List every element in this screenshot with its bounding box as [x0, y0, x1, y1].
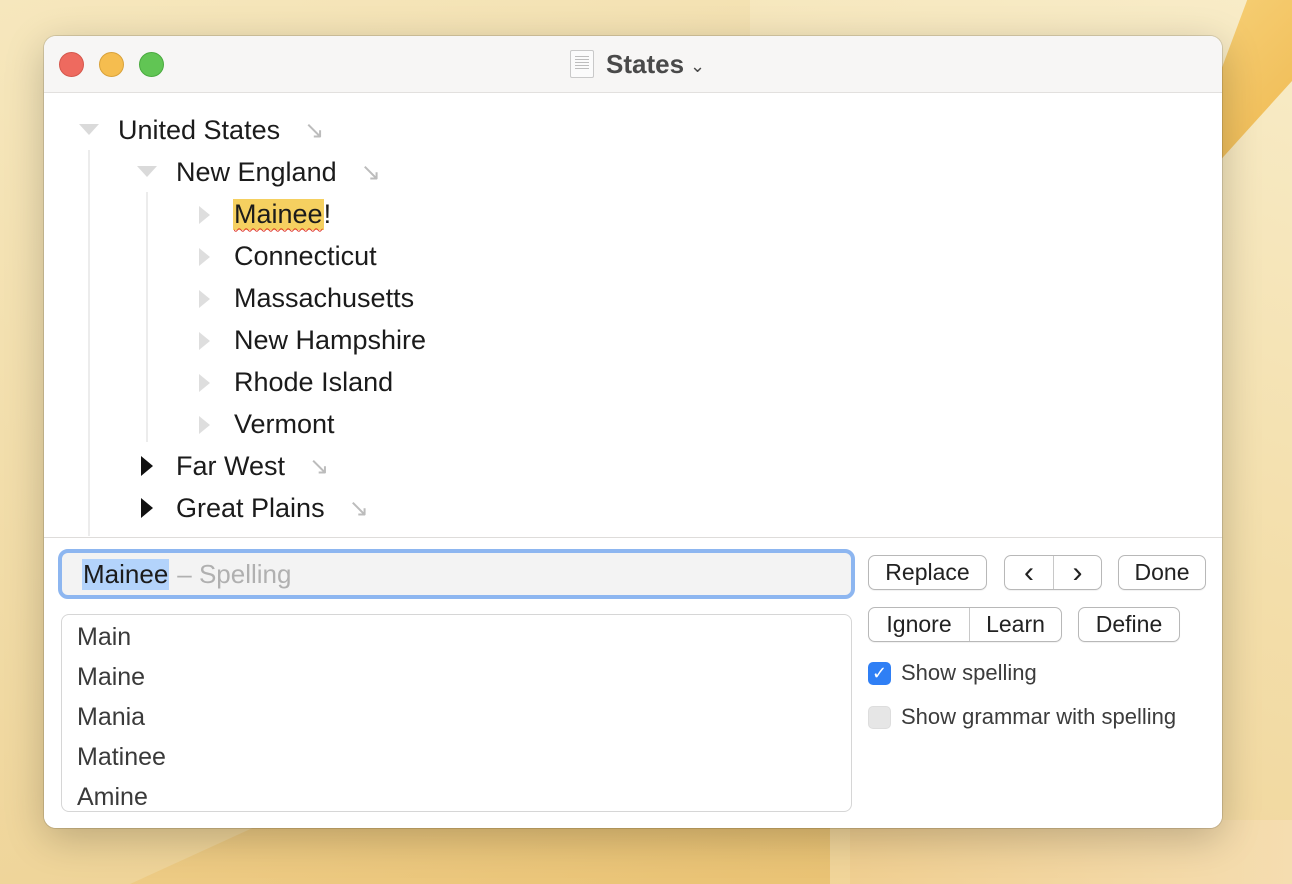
title-bar: States ⌄: [44, 36, 1222, 93]
outline-row-vermont[interactable]: Vermont: [234, 404, 335, 444]
next-icon[interactable]: ›: [1052, 556, 1101, 589]
learn-button[interactable]: Learn: [969, 608, 1061, 641]
define-button[interactable]: Define: [1078, 607, 1180, 642]
navigation-segmented-control: ‹ ›: [1004, 555, 1102, 590]
chevron-down-icon[interactable]: ⌄: [690, 56, 705, 77]
outline-row-united-states[interactable]: United States ↘: [118, 110, 324, 150]
row-label: Connecticut: [234, 240, 377, 271]
row-label: Vermont: [234, 408, 335, 439]
close-button[interactable]: [59, 52, 84, 77]
disclosure-collapsed-icon[interactable]: [199, 290, 210, 308]
ignore-button[interactable]: Ignore: [869, 608, 969, 641]
show-spelling-label: Show spelling: [901, 660, 1037, 685]
outline-row-far-west[interactable]: Far West ↘: [176, 446, 329, 486]
row-label: New Hampshire: [234, 324, 427, 355]
misspelled-word: Mainee: [233, 198, 324, 230]
south-east-arrow-icon[interactable]: ↘: [349, 494, 369, 523]
outline-row-new-england[interactable]: New England ↘: [176, 152, 381, 192]
states-window: States ⌄ United States ↘ New England ↘ M…: [44, 36, 1222, 828]
done-button[interactable]: Done: [1118, 555, 1206, 590]
suggestions-list[interactable]: Main Maine Mania Matinee Amine: [61, 614, 852, 812]
disclosure-collapsed-icon[interactable]: [199, 248, 210, 266]
show-grammar-label: Show grammar with spelling: [901, 704, 1177, 729]
suggestion-item[interactable]: Matinee: [62, 737, 851, 777]
document-icon: [570, 50, 594, 78]
disclosure-expanded-icon[interactable]: [79, 124, 99, 135]
outline-view: United States ↘ New England ↘ Mainee! Co…: [44, 94, 1222, 536]
wallpaper: [850, 820, 1292, 884]
window-title: States: [606, 48, 685, 79]
row-label: New England: [176, 156, 337, 187]
suggestion-item[interactable]: Mania: [62, 697, 851, 737]
row-label: Great Plains: [176, 492, 325, 523]
disclosure-collapsed-icon[interactable]: [141, 498, 153, 518]
misspelled-word-field[interactable]: Mainee – Spelling: [58, 549, 855, 599]
outline-guide-line: [146, 192, 148, 442]
disclosure-collapsed-icon[interactable]: [141, 456, 153, 476]
ignore-learn-segmented-control: Ignore Learn: [868, 607, 1062, 642]
disclosure-collapsed-icon[interactable]: [199, 374, 210, 392]
replace-button[interactable]: Replace: [868, 555, 987, 590]
row-label: Rhode Island: [234, 366, 394, 397]
disclosure-collapsed-icon[interactable]: [199, 206, 210, 224]
outline-row-mainee[interactable]: Mainee!: [233, 194, 331, 234]
row-label: United States: [118, 114, 281, 145]
spelling-panel: Mainee – Spelling Main Maine Mania Matin…: [44, 537, 1222, 828]
outline-guide-line: [88, 150, 90, 536]
show-grammar-option[interactable]: Show grammar with spelling: [868, 704, 1176, 730]
minimize-button[interactable]: [99, 52, 124, 77]
suggestion-item[interactable]: Main: [62, 617, 851, 657]
zoom-button[interactable]: [139, 52, 164, 77]
row-label: Massachusetts: [234, 282, 415, 313]
row-label-suffix: !: [323, 198, 332, 229]
spelling-mode-label: – Spelling: [177, 558, 292, 589]
outline-row-great-plains[interactable]: Great Plains ↘: [176, 488, 369, 528]
outline-row-connecticut[interactable]: Connecticut: [234, 236, 377, 276]
south-east-arrow-icon[interactable]: ↘: [361, 158, 381, 187]
show-grammar-checkbox[interactable]: [868, 705, 891, 729]
suggestion-item[interactable]: Amine: [62, 777, 851, 817]
outline-row-rhode-island[interactable]: Rhode Island: [234, 362, 393, 402]
disclosure-collapsed-icon[interactable]: [199, 416, 210, 434]
previous-icon[interactable]: ‹: [1005, 556, 1053, 589]
disclosure-collapsed-icon[interactable]: [199, 332, 210, 350]
outline-row-new-hampshire[interactable]: New Hampshire: [234, 320, 426, 360]
south-east-arrow-icon[interactable]: ↘: [309, 452, 329, 481]
suggestion-item[interactable]: Maine: [62, 657, 851, 697]
south-east-arrow-icon[interactable]: ↘: [304, 116, 324, 145]
outline-row-massachusetts[interactable]: Massachusetts: [234, 278, 414, 318]
show-spelling-option[interactable]: ✓ Show spelling: [868, 660, 1037, 686]
row-label: Far West: [176, 450, 286, 481]
window-title-control[interactable]: States ⌄: [570, 49, 705, 79]
disclosure-expanded-icon[interactable]: [137, 166, 157, 177]
misspelled-word-text[interactable]: Mainee: [82, 558, 170, 590]
show-spelling-checkbox[interactable]: ✓: [868, 661, 891, 685]
